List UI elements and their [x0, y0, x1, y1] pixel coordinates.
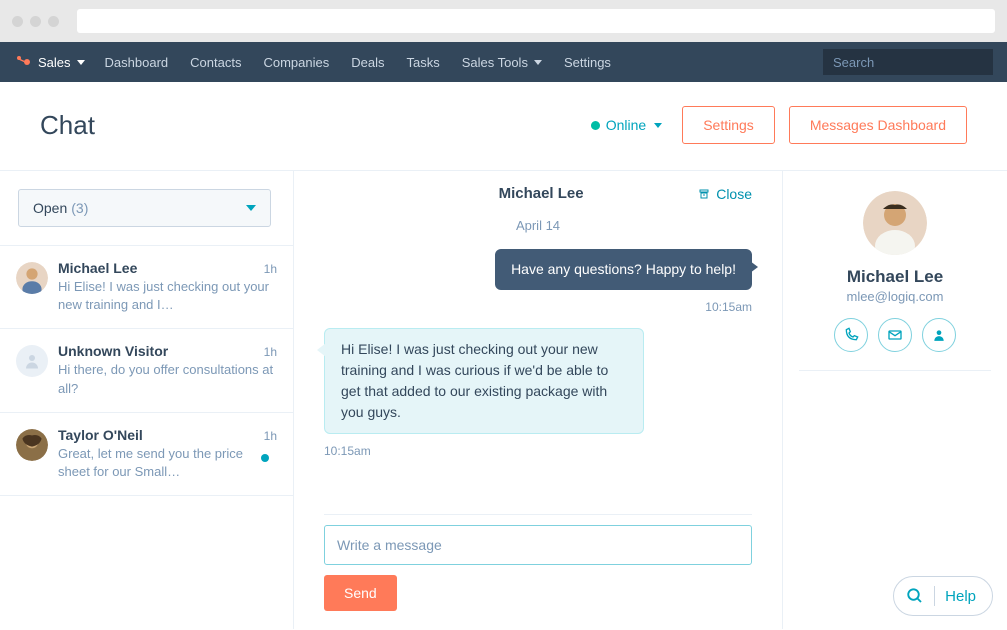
browser-chrome	[0, 0, 1007, 42]
conversation-name: Michael Lee	[58, 260, 137, 276]
conversation-preview: Hi Elise! I was just checking out your n…	[58, 278, 277, 314]
help-label: Help	[945, 588, 976, 605]
url-bar[interactable]	[77, 9, 995, 33]
avatar	[16, 345, 48, 377]
nav-item-companies[interactable]: Companies	[263, 55, 329, 70]
email-button[interactable]	[878, 318, 912, 352]
nav-brand-dropdown[interactable]: Sales	[38, 55, 85, 70]
status-label: Online	[606, 117, 646, 133]
call-button[interactable]	[834, 318, 868, 352]
avatar	[863, 191, 927, 255]
message-timestamp: 10:15am	[324, 444, 752, 458]
conversation-list: Michael Lee 1h Hi Elise! I was just check…	[0, 245, 293, 496]
divider	[934, 586, 935, 606]
header-actions: Online Settings Messages Dashboard	[591, 106, 967, 144]
content-area: Open (3) Michael Lee 1h Hi Elise! I was j…	[0, 171, 1007, 629]
send-button[interactable]: Send	[324, 575, 397, 611]
contact-name: Michael Lee	[847, 267, 943, 287]
conversation-preview: Hi there, do you offer consultations at …	[58, 361, 277, 397]
status-dropdown[interactable]: Online	[591, 117, 662, 133]
messages-dashboard-button[interactable]: Messages Dashboard	[789, 106, 967, 144]
message-row: Hi Elise! I was just checking out your n…	[324, 328, 752, 434]
contact-actions	[834, 318, 956, 352]
divider	[799, 370, 991, 371]
nav-item-contacts[interactable]: Contacts	[190, 55, 241, 70]
conversation-time: 1h	[264, 345, 277, 359]
message-row: Have any questions? Happy to help!	[324, 249, 752, 290]
avatar	[16, 429, 48, 461]
chat-header: Michael Lee Close	[324, 171, 752, 212]
close-label: Close	[716, 186, 752, 202]
unread-indicator-icon	[261, 454, 269, 462]
archive-icon	[698, 188, 710, 200]
contact-panel: Michael Lee mlee@logiq.com	[783, 171, 1007, 629]
filter-dropdown[interactable]: Open (3)	[18, 189, 271, 227]
user-icon	[23, 352, 41, 370]
status-dot-icon	[591, 121, 600, 130]
chat-pane: Michael Lee Close April 14 Have any ques…	[294, 171, 783, 629]
conversation-item[interactable]: Unknown Visitor 1h Hi there, do you offer…	[0, 329, 293, 412]
traffic-close[interactable]	[12, 16, 23, 27]
conversation-name: Unknown Visitor	[58, 343, 168, 359]
agent-message-bubble: Have any questions? Happy to help!	[495, 249, 752, 290]
search-icon	[906, 587, 924, 605]
message-timestamp: 10:15am	[324, 300, 752, 314]
date-divider: April 14	[324, 218, 752, 233]
hubspot-sprocket-icon	[14, 53, 32, 71]
chevron-down-icon	[246, 205, 256, 211]
help-widget[interactable]: Help	[893, 576, 993, 616]
filter-label: Open	[33, 200, 67, 216]
message-input[interactable]	[324, 525, 752, 565]
nav-items: Dashboard Contacts Companies Deals Tasks…	[105, 55, 823, 70]
conversation-item[interactable]: Taylor O'Neil 1h Great, let me send you t…	[0, 413, 293, 496]
nav-item-dashboard[interactable]: Dashboard	[105, 55, 169, 70]
visitor-message-bubble: Hi Elise! I was just checking out your n…	[324, 328, 644, 434]
chevron-down-icon	[77, 60, 85, 65]
chevron-down-icon	[534, 60, 542, 65]
chevron-down-icon	[654, 123, 662, 128]
close-conversation-button[interactable]: Close	[698, 186, 752, 202]
avatar	[16, 262, 48, 294]
conversation-time: 1h	[264, 262, 277, 276]
email-icon	[887, 327, 903, 343]
settings-button[interactable]: Settings	[682, 106, 775, 144]
traffic-lights	[12, 16, 59, 27]
nav-item-deals[interactable]: Deals	[351, 55, 384, 70]
chat-contact-name: Michael Lee	[384, 185, 698, 202]
phone-icon	[843, 327, 859, 343]
global-search-input[interactable]: Search	[823, 49, 993, 75]
traffic-zoom[interactable]	[48, 16, 59, 27]
user-icon	[932, 328, 946, 342]
page-title: Chat	[40, 110, 95, 141]
nav-item-tasks[interactable]: Tasks	[406, 55, 439, 70]
compose-area: Send	[324, 514, 752, 629]
conversation-time: 1h	[264, 429, 277, 443]
top-nav: Sales Dashboard Contacts Companies Deals…	[0, 42, 1007, 82]
nav-item-settings[interactable]: Settings	[564, 55, 611, 70]
contact-email: mlee@logiq.com	[846, 289, 943, 304]
nav-brand-label: Sales	[38, 55, 71, 70]
conversation-item[interactable]: Michael Lee 1h Hi Elise! I was just check…	[0, 246, 293, 329]
nav-item-sales-tools[interactable]: Sales Tools	[462, 55, 542, 70]
view-contact-button[interactable]	[922, 318, 956, 352]
filter-count: (3)	[71, 200, 88, 216]
conversation-name: Taylor O'Neil	[58, 427, 143, 443]
traffic-minimize[interactable]	[30, 16, 41, 27]
page-header: Chat Online Settings Messages Dashboard	[0, 82, 1007, 171]
conversation-sidebar: Open (3) Michael Lee 1h Hi Elise! I was j…	[0, 171, 294, 629]
conversation-preview: Great, let me send you the price sheet f…	[58, 445, 277, 481]
